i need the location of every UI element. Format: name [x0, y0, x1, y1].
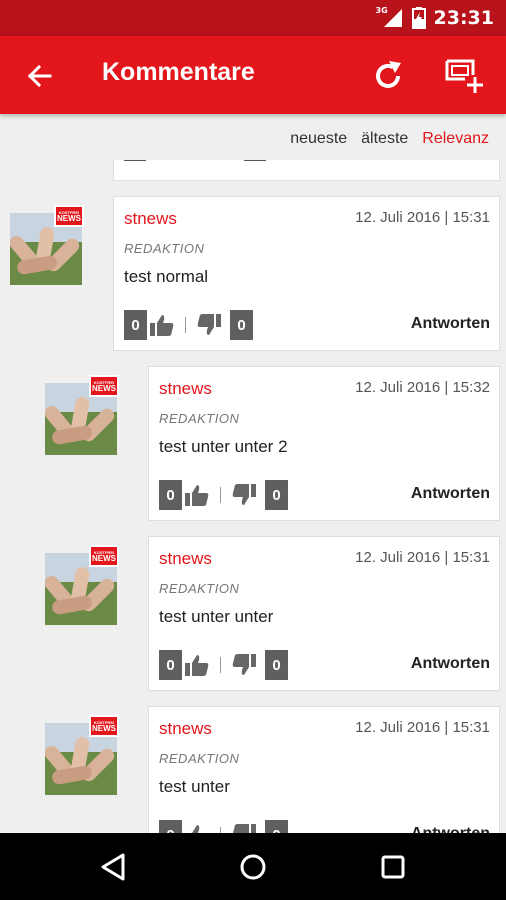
- reply-button[interactable]: Antworten: [411, 825, 490, 833]
- news-badge: KOSTFREI NEWS: [89, 545, 119, 567]
- comment-text: test unter unter 2: [159, 437, 288, 456]
- thumbs-down-button[interactable]: [229, 480, 259, 510]
- comment-role: REDAKTION: [159, 581, 240, 596]
- refresh-button[interactable]: [366, 54, 410, 98]
- thumbs-down-button[interactable]: [229, 650, 259, 680]
- news-badge: KOSTFREI NEWS: [54, 205, 84, 227]
- vote-controls: 0 0: [159, 820, 288, 833]
- comment-text: test normal: [124, 267, 209, 286]
- thumbs-up-button[interactable]: [182, 480, 212, 510]
- reply-button[interactable]: Antworten: [411, 315, 490, 333]
- nav-back-button[interactable]: [96, 850, 130, 884]
- thumbs-down-icon: [232, 484, 256, 505]
- avatar[interactable]: KOSTFREI NEWS: [45, 715, 119, 795]
- downvote-count: 0: [230, 310, 253, 340]
- signal-icon: 3G: [376, 6, 404, 28]
- upvote-count: 0: [124, 310, 147, 340]
- downvote-count: 0: [265, 480, 288, 510]
- thumbs-up-button[interactable]: [182, 650, 212, 680]
- comment-card: stnews 12. Juli 2016 | 15:32 REDAKTION t…: [148, 366, 500, 521]
- thumbs-up-icon: [185, 485, 209, 506]
- comment-role: REDAKTION: [124, 241, 205, 256]
- upvote-count: 0: [159, 480, 182, 510]
- thumbs-down-icon: [232, 654, 256, 675]
- news-badge: KOSTFREI NEWS: [89, 375, 119, 397]
- upvote-count: 0: [159, 650, 182, 680]
- thumbs-up-icon: [192, 825, 207, 833]
- thumbs-down-icon: [197, 314, 221, 335]
- refresh-icon: [376, 61, 401, 88]
- avatar[interactable]: KOSTFREI NEWS: [45, 545, 119, 625]
- thumbs-up-icon: [185, 655, 209, 676]
- vote-controls: 0 0: [159, 480, 288, 510]
- upvote-count: 0: [159, 820, 182, 833]
- back-button[interactable]: [18, 55, 60, 97]
- comment-date: 12. Juli 2016 | 15:32: [355, 379, 490, 396]
- vote-controls: 0 0: [159, 650, 288, 680]
- comment-card: stnews 12. Juli 2016 | 15:31 REDAKTION t…: [148, 706, 500, 833]
- comment-role: REDAKTION: [159, 411, 240, 426]
- comment-author[interactable]: stnews: [124, 209, 177, 229]
- comment-list[interactable]: KOSTFREI NEWS stnews 12. Juli 2016 | 15:…: [0, 160, 506, 833]
- status-bar: 3G 23:31: [0, 0, 506, 36]
- home-circle-icon: [240, 854, 266, 880]
- comment-date: 12. Juli 2016 | 15:31: [355, 549, 490, 566]
- recents-square-icon: [381, 855, 405, 879]
- previous-comment-card: [113, 160, 500, 181]
- thumbs-down-button[interactable]: [194, 310, 224, 340]
- battery-icon: [411, 7, 426, 29]
- comment-card: stnews 12. Juli 2016 | 15:31 REDAKTION t…: [113, 196, 500, 351]
- sort-newest[interactable]: neueste: [290, 130, 347, 148]
- reply-button[interactable]: Antworten: [411, 485, 490, 503]
- downvote-count: 0: [265, 650, 288, 680]
- app-bar: Kommentare: [0, 36, 506, 114]
- vote-controls: 0 0: [124, 310, 253, 340]
- comment-author[interactable]: stnews: [159, 719, 212, 739]
- thumbs-up-button[interactable]: [147, 310, 177, 340]
- sort-options: neueste älteste Relevanz: [290, 130, 489, 148]
- comment-date: 12. Juli 2016 | 15:31: [355, 209, 490, 226]
- add-comment-button[interactable]: [440, 52, 490, 98]
- comment-author[interactable]: stnews: [159, 379, 212, 399]
- avatar[interactable]: KOSTFREI NEWS: [45, 375, 119, 455]
- status-icons: 3G 23:31: [376, 5, 494, 31]
- sort-relevance[interactable]: Relevanz: [422, 130, 489, 148]
- thumbs-up-button[interactable]: [182, 820, 212, 833]
- nav-home-button[interactable]: [236, 850, 270, 884]
- status-time: 23:31: [433, 7, 494, 29]
- reply-button[interactable]: Antworten: [411, 655, 490, 673]
- thumbs-down-icon: [233, 824, 256, 833]
- comment-role: REDAKTION: [159, 751, 240, 766]
- news-badge: KOSTFREI NEWS: [89, 715, 119, 737]
- comment-text: test unter: [159, 777, 230, 796]
- thumbs-up-icon: [150, 315, 174, 336]
- comment-author[interactable]: stnews: [159, 549, 212, 569]
- comment-text: test unter unter: [159, 607, 274, 626]
- nav-recents-button[interactable]: [376, 850, 410, 884]
- network-type: 3G: [375, 6, 388, 15]
- arrow-left-icon: [27, 64, 52, 88]
- comment-date: 12. Juli 2016 | 15:31: [355, 719, 490, 736]
- sort-oldest[interactable]: älteste: [361, 130, 408, 148]
- downvote-count: 0: [265, 820, 288, 833]
- comment-card: stnews 12. Juli 2016 | 15:31 REDAKTION t…: [148, 536, 500, 691]
- thumbs-down-button[interactable]: [229, 820, 259, 833]
- back-triangle-icon: [101, 853, 125, 881]
- add-comment-icon: [445, 59, 483, 93]
- system-nav-bar: [0, 833, 506, 900]
- avatar[interactable]: KOSTFREI NEWS: [10, 205, 84, 285]
- page-title: Kommentare: [102, 58, 255, 86]
